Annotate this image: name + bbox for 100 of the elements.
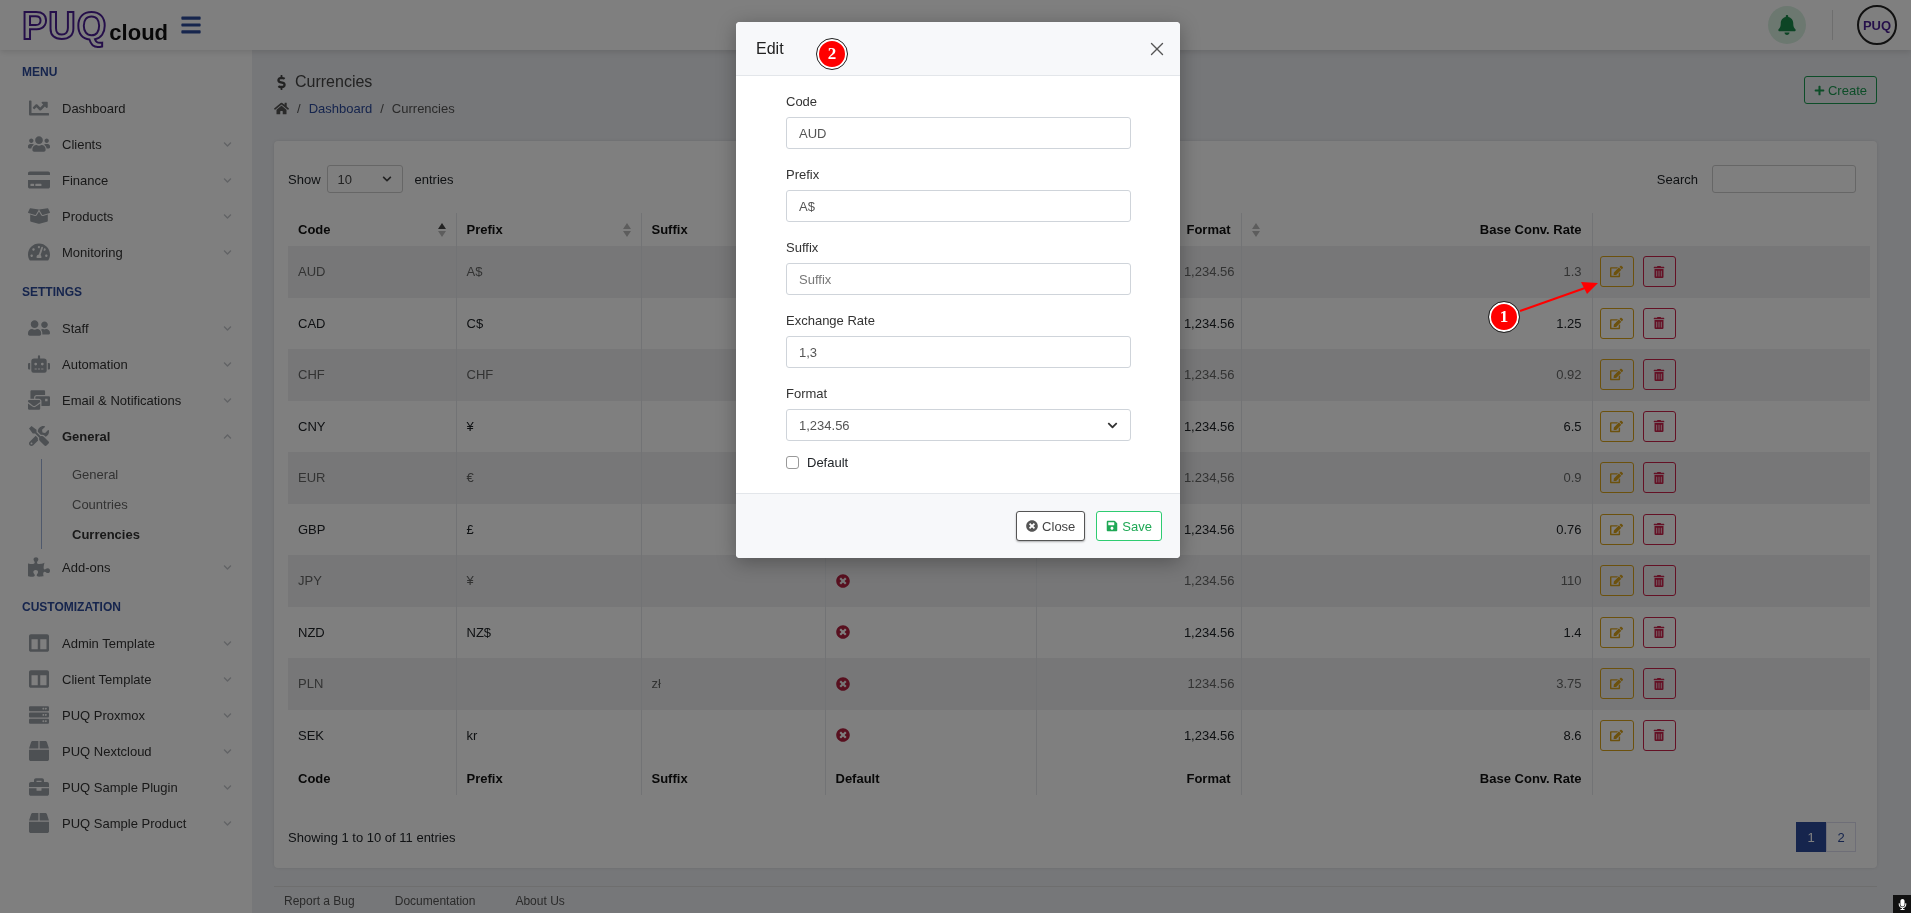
breadcrumb-link[interactable]: Dashboard	[308, 101, 373, 116]
delete-button[interactable]	[1642, 719, 1676, 751]
table-cell: ¥	[466, 418, 474, 434]
sidebar-item[interactable]: Dashboard	[0, 90, 252, 126]
trash-icon	[1653, 729, 1665, 742]
sidebar-item[interactable]: PUQ Sample Plugin	[0, 769, 252, 805]
sidebar-item[interactable]: PUQ Proxmox	[0, 697, 252, 733]
chevron-icon	[223, 746, 232, 756]
text-field[interactable]: A$	[786, 190, 1131, 222]
pencil-icon	[1610, 522, 1623, 536]
delete-button[interactable]	[1642, 513, 1676, 545]
edit-button[interactable]	[1599, 462, 1634, 494]
edit-button[interactable]	[1599, 513, 1634, 545]
sidebar-item[interactable]: Email & Notifications	[0, 382, 252, 418]
select-field[interactable]: 1,234.56	[786, 409, 1131, 441]
table-cell: 6.5	[1563, 418, 1582, 434]
edit-button[interactable]	[1599, 256, 1634, 288]
sidebar-item[interactable]: Staff	[0, 310, 252, 346]
breadcrumb-separator: /	[297, 101, 301, 116]
delete-button[interactable]	[1642, 256, 1676, 288]
trash-icon	[1653, 265, 1665, 278]
footer-link[interactable]: Report a Bug	[284, 893, 355, 908]
sidebar-item[interactable]: Products	[0, 198, 252, 234]
table-cell: NZD	[298, 624, 325, 640]
column-footer: Code	[298, 770, 331, 786]
field-label: Exchange Rate	[786, 313, 876, 329]
sidebar-subitem[interactable]: General	[72, 459, 252, 489]
table-cell: CAD	[298, 315, 326, 331]
open-box-icon	[28, 206, 50, 226]
sidebar-item[interactable]: Add-ons	[0, 549, 252, 585]
sidebar-subitem[interactable]: Currencies	[72, 519, 252, 549]
create-button[interactable]: Create	[1803, 76, 1877, 104]
sidebar-item[interactable]: General	[0, 418, 252, 454]
microphone-button[interactable]	[1893, 895, 1911, 913]
table-cell: 110	[1560, 573, 1582, 589]
footer-link[interactable]: Documentation	[394, 893, 476, 908]
page-button[interactable]: 1	[1796, 822, 1826, 852]
table-cell: SEK	[298, 727, 324, 743]
sidebar-item[interactable]: PUQ Nextcloud	[0, 733, 252, 769]
footer-link[interactable]: About Us	[515, 893, 565, 908]
delete-button[interactable]	[1642, 616, 1676, 648]
column-header[interactable]: Prefix	[466, 222, 503, 237]
table-cell: 0.92	[1556, 367, 1582, 383]
sidebar-subitem[interactable]: Countries	[72, 489, 252, 519]
save-button[interactable]: Save	[1096, 511, 1162, 541]
chevron-icon	[223, 431, 232, 441]
edit-button[interactable]	[1599, 359, 1634, 391]
gauge-icon	[28, 242, 50, 262]
edit-button[interactable]	[1599, 719, 1634, 751]
column-header[interactable]: Suffix	[651, 222, 688, 237]
column-footer: Base Conv. Rate	[1479, 770, 1582, 786]
table-cell: €	[466, 470, 474, 486]
table-cell: NZ$	[466, 624, 492, 640]
delete-button[interactable]	[1642, 359, 1676, 391]
delete-button[interactable]	[1642, 410, 1676, 442]
pencil-icon	[1610, 574, 1623, 588]
edit-button[interactable]	[1599, 410, 1634, 442]
sidebar-item[interactable]: Clients	[0, 126, 252, 162]
sidebar-item[interactable]: Monitoring	[0, 234, 252, 270]
sidebar-item[interactable]: Client Template	[0, 661, 252, 697]
column-header[interactable]: Base Conv. Rate	[1479, 222, 1582, 237]
pencil-icon	[1610, 728, 1623, 742]
delete-button[interactable]	[1642, 307, 1676, 339]
sidebar-item[interactable]: PUQ Sample Product	[0, 805, 252, 841]
sidebar-item[interactable]: Finance	[0, 162, 252, 198]
notifications-button[interactable]	[1768, 6, 1806, 44]
chevron-icon	[223, 323, 232, 333]
server-icon	[28, 705, 50, 725]
checkbox[interactable]	[786, 456, 799, 469]
close-button[interactable]: Close	[1016, 511, 1086, 541]
text-field[interactable]: 1,3	[786, 336, 1131, 368]
delete-button[interactable]	[1642, 668, 1676, 700]
chevron-icon	[223, 359, 232, 369]
text-field[interactable]: Suffix	[786, 263, 1131, 295]
column-header[interactable]: Code	[298, 222, 331, 237]
edit-button[interactable]	[1599, 565, 1634, 597]
table-cell: JPY	[298, 573, 322, 589]
table-cell: 1,234.56	[1183, 521, 1235, 537]
delete-button[interactable]	[1642, 565, 1676, 597]
delete-button[interactable]	[1642, 462, 1676, 494]
avatar[interactable]: PUQ	[1857, 5, 1897, 45]
text-field[interactable]: AUD	[786, 117, 1131, 149]
trash-icon	[1653, 368, 1665, 381]
search-field[interactable]	[1712, 165, 1856, 193]
edit-button[interactable]	[1599, 668, 1634, 700]
page-size-select[interactable]: 10	[326, 165, 403, 193]
table-cell: C$	[466, 315, 484, 331]
page-button[interactable]: 2	[1826, 822, 1856, 852]
edit-button[interactable]	[1599, 307, 1634, 339]
chevron-icon	[223, 710, 232, 720]
sidebar-item[interactable]: Automation	[0, 346, 252, 382]
home-icon[interactable]	[274, 101, 289, 116]
trash-icon	[1653, 471, 1665, 484]
menu-button[interactable]	[180, 14, 203, 36]
pencil-icon	[1610, 419, 1623, 433]
credit-card-icon	[28, 170, 50, 190]
table-cell: 1,234.56	[1183, 315, 1235, 331]
column-header[interactable]: Format	[1186, 222, 1231, 237]
sidebar-item[interactable]: Admin Template	[0, 625, 252, 661]
edit-button[interactable]	[1599, 616, 1634, 648]
